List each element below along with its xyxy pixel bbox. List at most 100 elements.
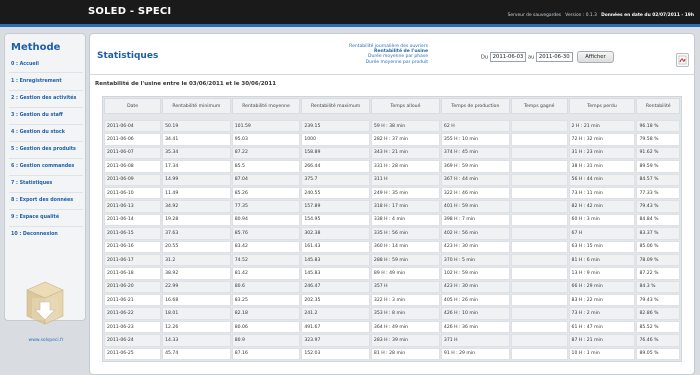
server-label: Serveur de sauvegardes — [507, 13, 562, 18]
cell-rent-moy: 83.42 — [231, 240, 301, 253]
cell-temps-production: 322 H : 46 min — [440, 186, 510, 200]
table-row: 2011-06-15 37.63 85.76 302.38 335 H : 56 min… — [104, 227, 680, 240]
cell-rent-moy: 87.04 — [231, 173, 301, 186]
cell-temps-alloue: 283 H : 39 min — [370, 334, 440, 347]
cell-temps-alloue: 353 H : 8 min — [370, 307, 440, 320]
cell-rent-min: 31.2 — [162, 253, 231, 267]
cell-temps-production: 367 H : 44 min — [440, 173, 510, 186]
cell-rent-moy: 85.5 — [231, 160, 301, 173]
cell-temps-production: 369 H : 59 min — [440, 160, 510, 173]
cell-rent-moy: 77.35 — [231, 200, 301, 213]
cell-rent-max: 145.83 — [301, 267, 370, 280]
cell-temps-production: 426 H : 10 min — [440, 307, 510, 320]
sidebar-item-stock[interactable]: 4 : Gestion du stock — [11, 130, 83, 135]
col-temps-gagne: Temps gagné — [510, 98, 568, 114]
sidebar-item-export[interactable]: 8 : Export des données — [11, 198, 83, 203]
cell-date: 2011-06-09 — [104, 173, 162, 186]
cell-temps-gagne — [510, 280, 568, 294]
cell-temps-alloue: 249 H : 35 min — [370, 186, 440, 200]
sidebar-divider — [9, 72, 83, 73]
col-temps-alloue: Temps alloué — [370, 98, 440, 114]
sidebar-item-commandes[interactable]: 6 : Gestion commandes — [11, 164, 83, 169]
cell-date: 2011-06-24 — [104, 334, 162, 347]
col-rent-max: Rentabilité maximum — [301, 98, 370, 114]
sidebar-item-produits[interactable]: 5 : Gestion des produits — [11, 147, 83, 152]
date-to-label: au — [528, 54, 535, 61]
cell-date: 2011-06-10 — [104, 186, 162, 200]
cell-temps-production: 398 H : 7 min — [440, 213, 510, 227]
cell-temps-production: 426 H : 36 min — [440, 320, 510, 334]
cell-rent-moy: 80.94 — [231, 213, 301, 227]
cell-temps-perdu: 83 H : 22 min — [568, 294, 636, 307]
cell-rentabilite: 79.58 % — [636, 133, 680, 146]
cell-rent-max: 202.35 — [301, 294, 370, 307]
cell-temps-production: 401 H : 59 min — [440, 200, 510, 213]
cell-temps-alloue: 282 H : 37 min — [370, 133, 440, 146]
cell-temps-alloue: 59 H : 38 min — [370, 120, 440, 133]
sidebar-item-activites[interactable]: 2 : Gestion des activités — [11, 96, 83, 101]
sidebar-url-link[interactable]: www.solspeci.fr — [5, 338, 87, 343]
sidebar-item-enregistrement[interactable]: 1 : Enregistrement — [11, 79, 83, 84]
cell-temps-perdu: 2 H : 21 min — [568, 120, 636, 133]
cell-temps-alloue: 311 H — [370, 173, 440, 186]
package-icon — [26, 281, 64, 325]
cell-rent-moy: 87.16 — [231, 347, 301, 361]
table-row: 2011-06-07 35.34 87.22 158.89 343 H : 21 min… — [104, 146, 680, 160]
table-row: 2011-06-14 19.28 80.94 154.95 338 H : 4 min 3… — [104, 213, 680, 227]
pdf-export-icon[interactable] — [676, 53, 689, 67]
cell-date: 2011-06-16 — [104, 240, 162, 253]
cell-rent-max: 145.83 — [301, 253, 370, 267]
show-button[interactable]: Afficher — [577, 51, 614, 63]
cell-date: 2011-06-25 — [104, 347, 162, 361]
cell-temps-perdu: 73 H : 2 min — [568, 307, 636, 320]
cell-rentabilite: 91.62 % — [636, 146, 680, 160]
cell-temps-perdu: 73 H : 11 min — [568, 186, 636, 200]
sidebar-divider — [9, 209, 83, 210]
cell-temps-production: 423 H : 30 min — [440, 240, 510, 253]
sidebar-item-deconnexion[interactable]: 10 : Deconnexion — [11, 232, 83, 237]
cell-date: 2011-06-13 — [104, 200, 162, 213]
cell-date: 2011-06-06 — [104, 133, 162, 146]
cell-temps-gagne — [510, 307, 568, 320]
sidebar-item-accueil[interactable]: 0 : Accueil — [11, 62, 83, 67]
cell-rentabilite: 83.37 % — [636, 227, 680, 240]
sidebar-item-qualite[interactable]: 9 : Espace qualité — [11, 215, 83, 220]
cell-temps-perdu: 10 H : 1 min — [568, 347, 636, 361]
cell-temps-production: 91 H : 29 min — [440, 347, 510, 361]
cell-rentabilite: 82.86 % — [636, 307, 680, 320]
cell-rent-max: 157.89 — [301, 200, 370, 213]
cell-rentabilite: 89.05 % — [636, 347, 680, 361]
cell-rent-moy: 80.06 — [231, 320, 301, 334]
date-filter: Du 2011-06-03 au 2011-06-30 Afficher — [481, 51, 614, 63]
cell-rent-min: 34.41 — [162, 133, 231, 146]
cell-temps-gagne — [510, 320, 568, 334]
sidebar-item-staff[interactable]: 3 : Gestion du staff — [11, 113, 83, 118]
sidebar-divider — [9, 124, 83, 125]
cell-rentabilite: 87.22 % — [636, 267, 680, 280]
table-row: 2011-06-16 20.55 83.42 161.43 360 H : 14 min… — [104, 240, 680, 253]
cell-temps-production: 423 H : 30 min — [440, 280, 510, 294]
cell-rent-max: 375.7 — [301, 173, 370, 186]
cell-temps-alloue: 89 H : 49 min — [370, 267, 440, 280]
sidebar-item-statistiques[interactable]: 7 : Statistiques — [11, 181, 83, 186]
cell-temps-alloue: 288 H : 59 min — [370, 253, 440, 267]
date-to-input[interactable]: 2011-06-30 — [535, 52, 573, 62]
cell-temps-alloue: 343 H : 21 min — [370, 146, 440, 160]
cell-rent-moy: 81.42 — [231, 267, 301, 280]
link-duree-produit[interactable]: Durée moyenne par produit — [323, 60, 429, 65]
report-subtitle: Rentabilité de l'usine entre le 03/06/20… — [95, 81, 277, 87]
date-from-input[interactable]: 2011-06-03 — [489, 52, 527, 62]
col-rentabilite: Rentabilité — [636, 98, 680, 114]
table-header-row: Date Rentabilité minimum Rentabilité moy… — [104, 98, 680, 114]
cell-rent-min: 38.92 — [162, 267, 231, 280]
cell-rent-max: 158.89 — [301, 146, 370, 160]
cell-rent-max: 154.95 — [301, 213, 370, 227]
cell-temps-gagne — [510, 160, 568, 173]
cell-date: 2011-06-23 — [104, 320, 162, 334]
col-date: Date — [104, 98, 162, 114]
cell-rent-min: 12.26 — [162, 320, 231, 334]
sidebar: Methode 0 : Accueil 1 : Enregistrement 2… — [4, 33, 86, 343]
cell-rentabilite: 79.43 % — [636, 294, 680, 307]
cell-date: 2011-06-22 — [104, 307, 162, 320]
cell-temps-perdu: 82 H : 42 min — [568, 200, 636, 213]
